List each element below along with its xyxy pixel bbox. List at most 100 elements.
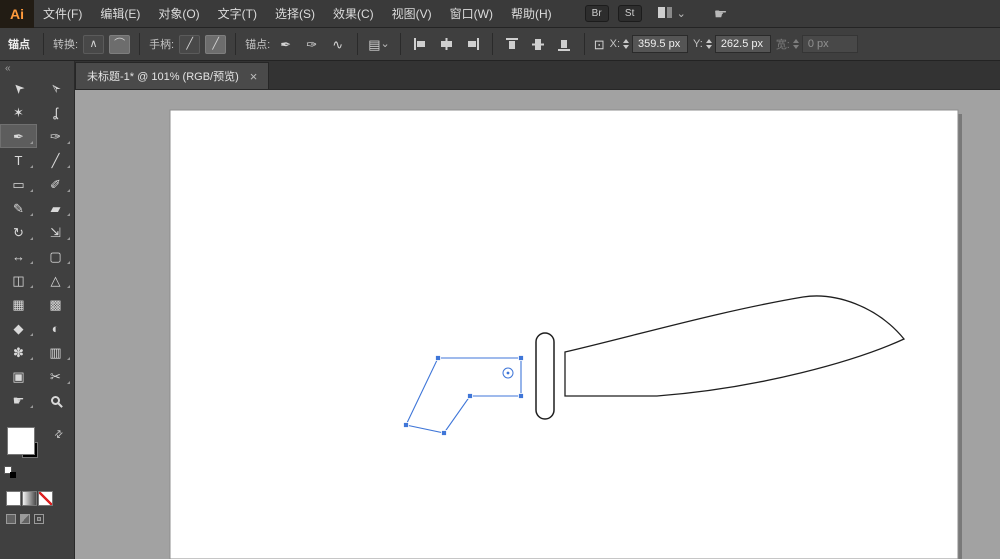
paintbrush-tool-icon: ✐ <box>50 178 61 191</box>
none-button[interactable] <box>39 492 52 505</box>
column-graph-tool[interactable]: ▥ <box>37 340 74 364</box>
width-input[interactable]: 0 px <box>802 35 858 53</box>
default-fill-stroke-icon[interactable] <box>4 466 20 482</box>
remove-anchor-button[interactable]: ✒ <box>275 35 296 54</box>
workspace-switcher[interactable]: ⌄ <box>658 5 686 23</box>
join-path-button[interactable]: ∿ <box>327 35 348 54</box>
canvas-area[interactable] <box>75 90 1000 559</box>
y-input[interactable]: 262.5 px <box>715 35 771 53</box>
anchor-point[interactable] <box>519 356 524 361</box>
horizontal-align-left-button[interactable] <box>410 35 431 54</box>
y-stepper[interactable] <box>706 39 712 49</box>
horizontal-align-right-button[interactable] <box>462 35 483 54</box>
eyedropper-tool[interactable]: ◆ <box>0 316 37 340</box>
hide-handles-button[interactable]: ╱ <box>179 35 200 54</box>
selection-tool[interactable]: ➤ <box>0 76 37 100</box>
menu-item[interactable]: 窗口(W) <box>441 0 502 28</box>
menu-item[interactable]: 编辑(E) <box>91 0 149 28</box>
fill-swatch[interactable] <box>8 428 34 454</box>
menu-item[interactable]: 对象(O) <box>149 0 208 28</box>
hand-tool[interactable]: ☛ <box>0 388 37 412</box>
line-segment-tool[interactable]: ╱ <box>37 148 74 172</box>
close-icon[interactable]: × <box>250 70 258 83</box>
scale-tool-icon: ⇲ <box>50 226 61 239</box>
menu-item[interactable]: 效果(C) <box>324 0 383 28</box>
pencil-tool[interactable]: ✎ <box>0 196 37 220</box>
color-button[interactable] <box>7 492 20 505</box>
reference-point-icon[interactable]: ⊡ <box>594 38 605 51</box>
anchor-point[interactable] <box>436 356 441 361</box>
divider <box>139 33 140 55</box>
vertical-align-middle-button[interactable] <box>528 35 549 54</box>
blend-tool-icon: ◐ <box>52 322 60 335</box>
vertical-align-top-button[interactable] <box>502 35 523 54</box>
pencil-tool-icon: ✎ <box>13 202 24 215</box>
menu-item[interactable]: 文字(T) <box>209 0 266 28</box>
collapse-panel-icon[interactable]: « <box>5 63 11 74</box>
convert-to-corner-button[interactable]: ∧ <box>83 35 104 54</box>
magic-wand-tool[interactable]: ✶ <box>0 100 37 124</box>
blend-tool[interactable]: ◐ <box>37 316 74 340</box>
paintbrush-tool[interactable]: ✐ <box>37 172 74 196</box>
touch-hand-icon[interactable]: ☛ <box>714 5 727 23</box>
remove-anchor-icon: ✒ <box>280 38 291 51</box>
show-handles-button[interactable]: ╱ <box>205 35 226 54</box>
symbol-sprayer-tool[interactable]: ✽ <box>0 340 37 364</box>
curvature-tool[interactable]: ✑ <box>37 124 74 148</box>
anchor-point[interactable] <box>519 394 524 399</box>
align-to-dropdown[interactable]: ▤ ⌄ <box>367 35 391 54</box>
join-path-icon: ∿ <box>332 38 343 51</box>
scale-tool[interactable]: ⇲ <box>37 220 74 244</box>
x-stepper[interactable] <box>623 39 629 49</box>
free-transform-tool[interactable]: ▢ <box>37 244 74 268</box>
anchor-point[interactable] <box>468 394 473 399</box>
menu-item[interactable]: 选择(S) <box>266 0 324 28</box>
app-logo[interactable]: Ai <box>0 0 34 28</box>
draw-normal-button[interactable] <box>6 514 16 524</box>
shape-builder-tool-icon: ◫ <box>12 274 24 287</box>
eraser-tool-icon: ▰ <box>51 202 61 215</box>
shape-builder-tool[interactable]: ◫ <box>0 268 37 292</box>
menu-item[interactable]: 文件(F) <box>34 0 91 28</box>
type-tool[interactable]: T <box>0 148 37 172</box>
lasso-tool[interactable]: ʆ <box>37 100 74 124</box>
add-anchor-button[interactable]: ✑ <box>301 35 322 54</box>
vertical-align-bottom-button[interactable] <box>554 35 575 54</box>
eraser-tool[interactable]: ▰ <box>37 196 74 220</box>
width-stepper[interactable] <box>793 39 799 49</box>
gradient-button[interactable] <box>23 492 36 505</box>
bridge-badge[interactable]: Br <box>585 5 609 22</box>
center-widget[interactable] <box>503 368 513 378</box>
gradient-tool-icon: ▩ <box>49 298 61 311</box>
guard-shape[interactable] <box>536 333 554 419</box>
line-segment-tool-icon: ╱ <box>52 154 60 167</box>
direct-selection-tool[interactable]: ➢ <box>37 76 74 100</box>
slice-tool[interactable]: ✂ <box>37 364 74 388</box>
rectangle-tool[interactable]: ▭ <box>0 172 37 196</box>
rectangle-tool-icon: ▭ <box>12 178 24 191</box>
zoom-tool[interactable] <box>37 388 74 412</box>
pen-tool[interactable]: ✒ <box>0 124 37 148</box>
menu-item[interactable]: 视图(V) <box>383 0 441 28</box>
rotate-tool[interactable]: ↻ <box>0 220 37 244</box>
stock-badge[interactable]: St <box>618 5 642 22</box>
document-tab[interactable]: 未标题-1* @ 101% (RGB/预览) × <box>75 62 269 89</box>
anchor-point[interactable] <box>404 423 409 428</box>
swap-fill-stroke-icon[interactable]: ⇄ <box>52 428 66 442</box>
x-input[interactable]: 359.5 px <box>632 35 688 53</box>
anchor-point[interactable] <box>442 431 447 436</box>
width-tool[interactable]: ↔ <box>0 244 37 268</box>
tool-grid: ➤➢✶ʆ✒✑T ╱ ▭ ✐ ✎ ▰ ↻ ⇲ ↔▢ ◫ △▦ ▩ ◆ ◐ ✽▥▣✂☛ <box>0 76 74 412</box>
perspective-grid-tool[interactable]: △ <box>37 268 74 292</box>
y-label: Y: <box>693 38 703 50</box>
draw-behind-button[interactable] <box>20 514 30 524</box>
artboard-tool[interactable]: ▣ <box>0 364 37 388</box>
menu-item[interactable]: 帮助(H) <box>502 0 561 28</box>
gradient-tool[interactable]: ▩ <box>37 292 74 316</box>
horizontal-align-center-button[interactable] <box>436 35 457 54</box>
draw-inside-button[interactable] <box>34 514 44 524</box>
x-label: X: <box>610 38 620 50</box>
mesh-tool[interactable]: ▦ <box>0 292 37 316</box>
convert-to-smooth-button[interactable]: ⌒ <box>109 35 130 54</box>
horizontal-align-right-icon <box>466 38 479 50</box>
